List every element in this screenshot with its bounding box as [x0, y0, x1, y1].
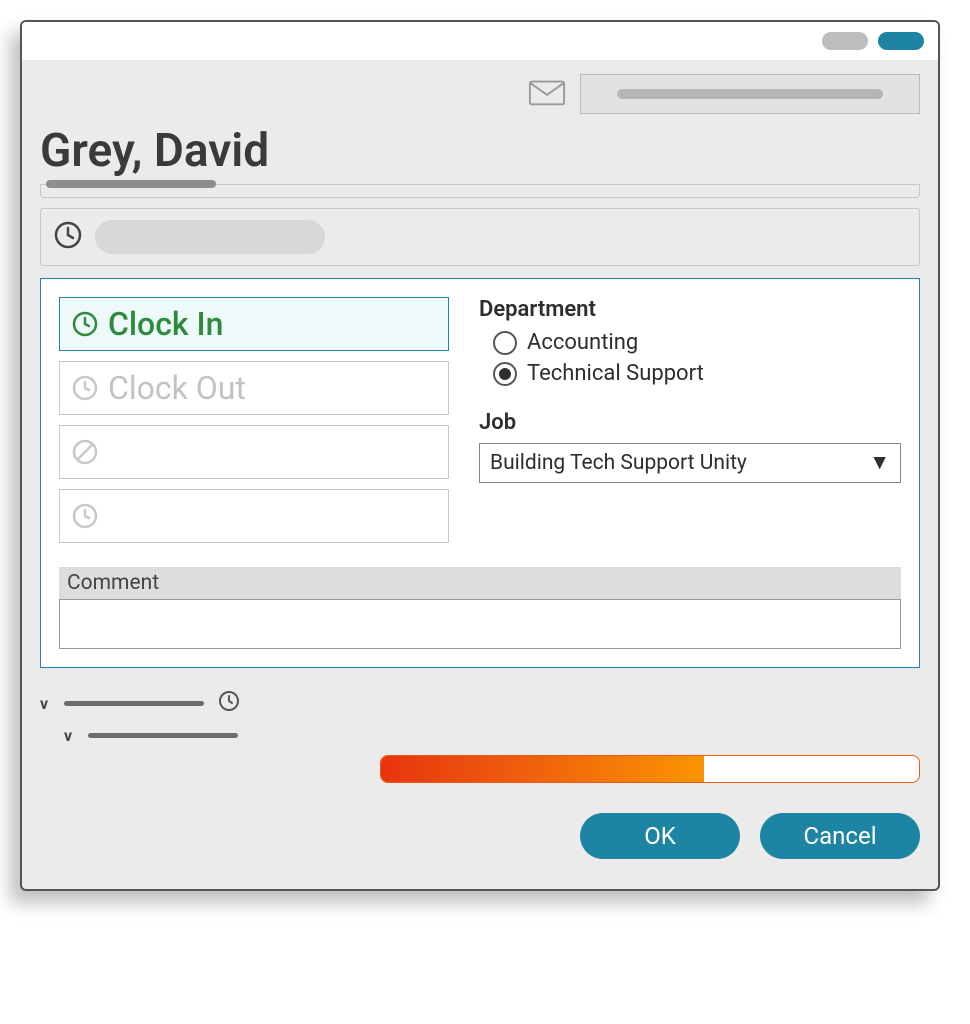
clock-icon [218, 690, 240, 716]
progress-fill [381, 756, 704, 782]
comment-input[interactable] [59, 599, 901, 649]
radio-label: Technical Support [527, 361, 704, 386]
main-panel: Clock In Clock Out [40, 278, 920, 668]
progress-bar [380, 755, 920, 783]
mail-icon[interactable] [528, 77, 566, 111]
comment-section: Comment [59, 567, 901, 649]
dialog-window: Grey, David Clock In Clo [20, 20, 940, 891]
header-info-box [580, 74, 920, 114]
cancel-button[interactable]: Cancel [760, 813, 920, 859]
clock-icon [70, 373, 100, 403]
employee-name: Grey, David [22, 114, 938, 184]
clock-icon [70, 309, 100, 339]
details-column: Department Accounting Technical Support … [479, 297, 901, 553]
radio-accounting[interactable]: Accounting [479, 330, 901, 355]
drill-row-1[interactable]: v [40, 690, 920, 716]
tab-strip [40, 184, 920, 198]
action-slot-4[interactable] [59, 489, 449, 543]
job-select[interactable]: Building Tech Support Unity ▼ [479, 443, 901, 483]
placeholder-bar [617, 89, 883, 99]
clock-out-label: Clock Out [108, 369, 246, 407]
clock-icon [70, 501, 100, 531]
action-column: Clock In Clock Out [59, 297, 449, 553]
placeholder-line [88, 733, 238, 738]
dialog-buttons: OK Cancel [40, 813, 920, 859]
drill-row-2[interactable]: v [40, 726, 920, 745]
ok-label: OK [644, 822, 676, 850]
chevron-down-icon: v [64, 726, 78, 745]
job-select-value: Building Tech Support Unity [490, 451, 747, 475]
placeholder-line [64, 701, 204, 706]
status-row [40, 208, 920, 266]
radio-icon [493, 331, 517, 355]
clock-out-button[interactable]: Clock Out [59, 361, 449, 415]
comment-label: Comment [59, 567, 901, 599]
ok-button[interactable]: OK [580, 813, 740, 859]
window-control-min[interactable] [822, 32, 868, 50]
status-placeholder [95, 220, 325, 254]
chevron-down-icon: ▼ [869, 451, 890, 475]
chevron-down-icon: v [40, 694, 54, 713]
clock-in-label: Clock In [108, 305, 223, 343]
clock-in-button[interactable]: Clock In [59, 297, 449, 351]
radio-technical-support[interactable]: Technical Support [479, 361, 901, 386]
cancel-icon [70, 437, 100, 467]
action-slot-3[interactable] [59, 425, 449, 479]
collapsible-section: v v [40, 690, 920, 745]
clock-icon [53, 220, 83, 254]
titlebar [22, 22, 938, 60]
department-label: Department [479, 297, 901, 322]
active-tab-indicator [46, 180, 216, 188]
cancel-label: Cancel [803, 822, 876, 850]
window-control-max[interactable] [878, 32, 924, 50]
radio-icon [493, 362, 517, 386]
radio-label: Accounting [527, 330, 638, 355]
header-toolbar [22, 60, 938, 114]
job-label: Job [479, 410, 901, 435]
